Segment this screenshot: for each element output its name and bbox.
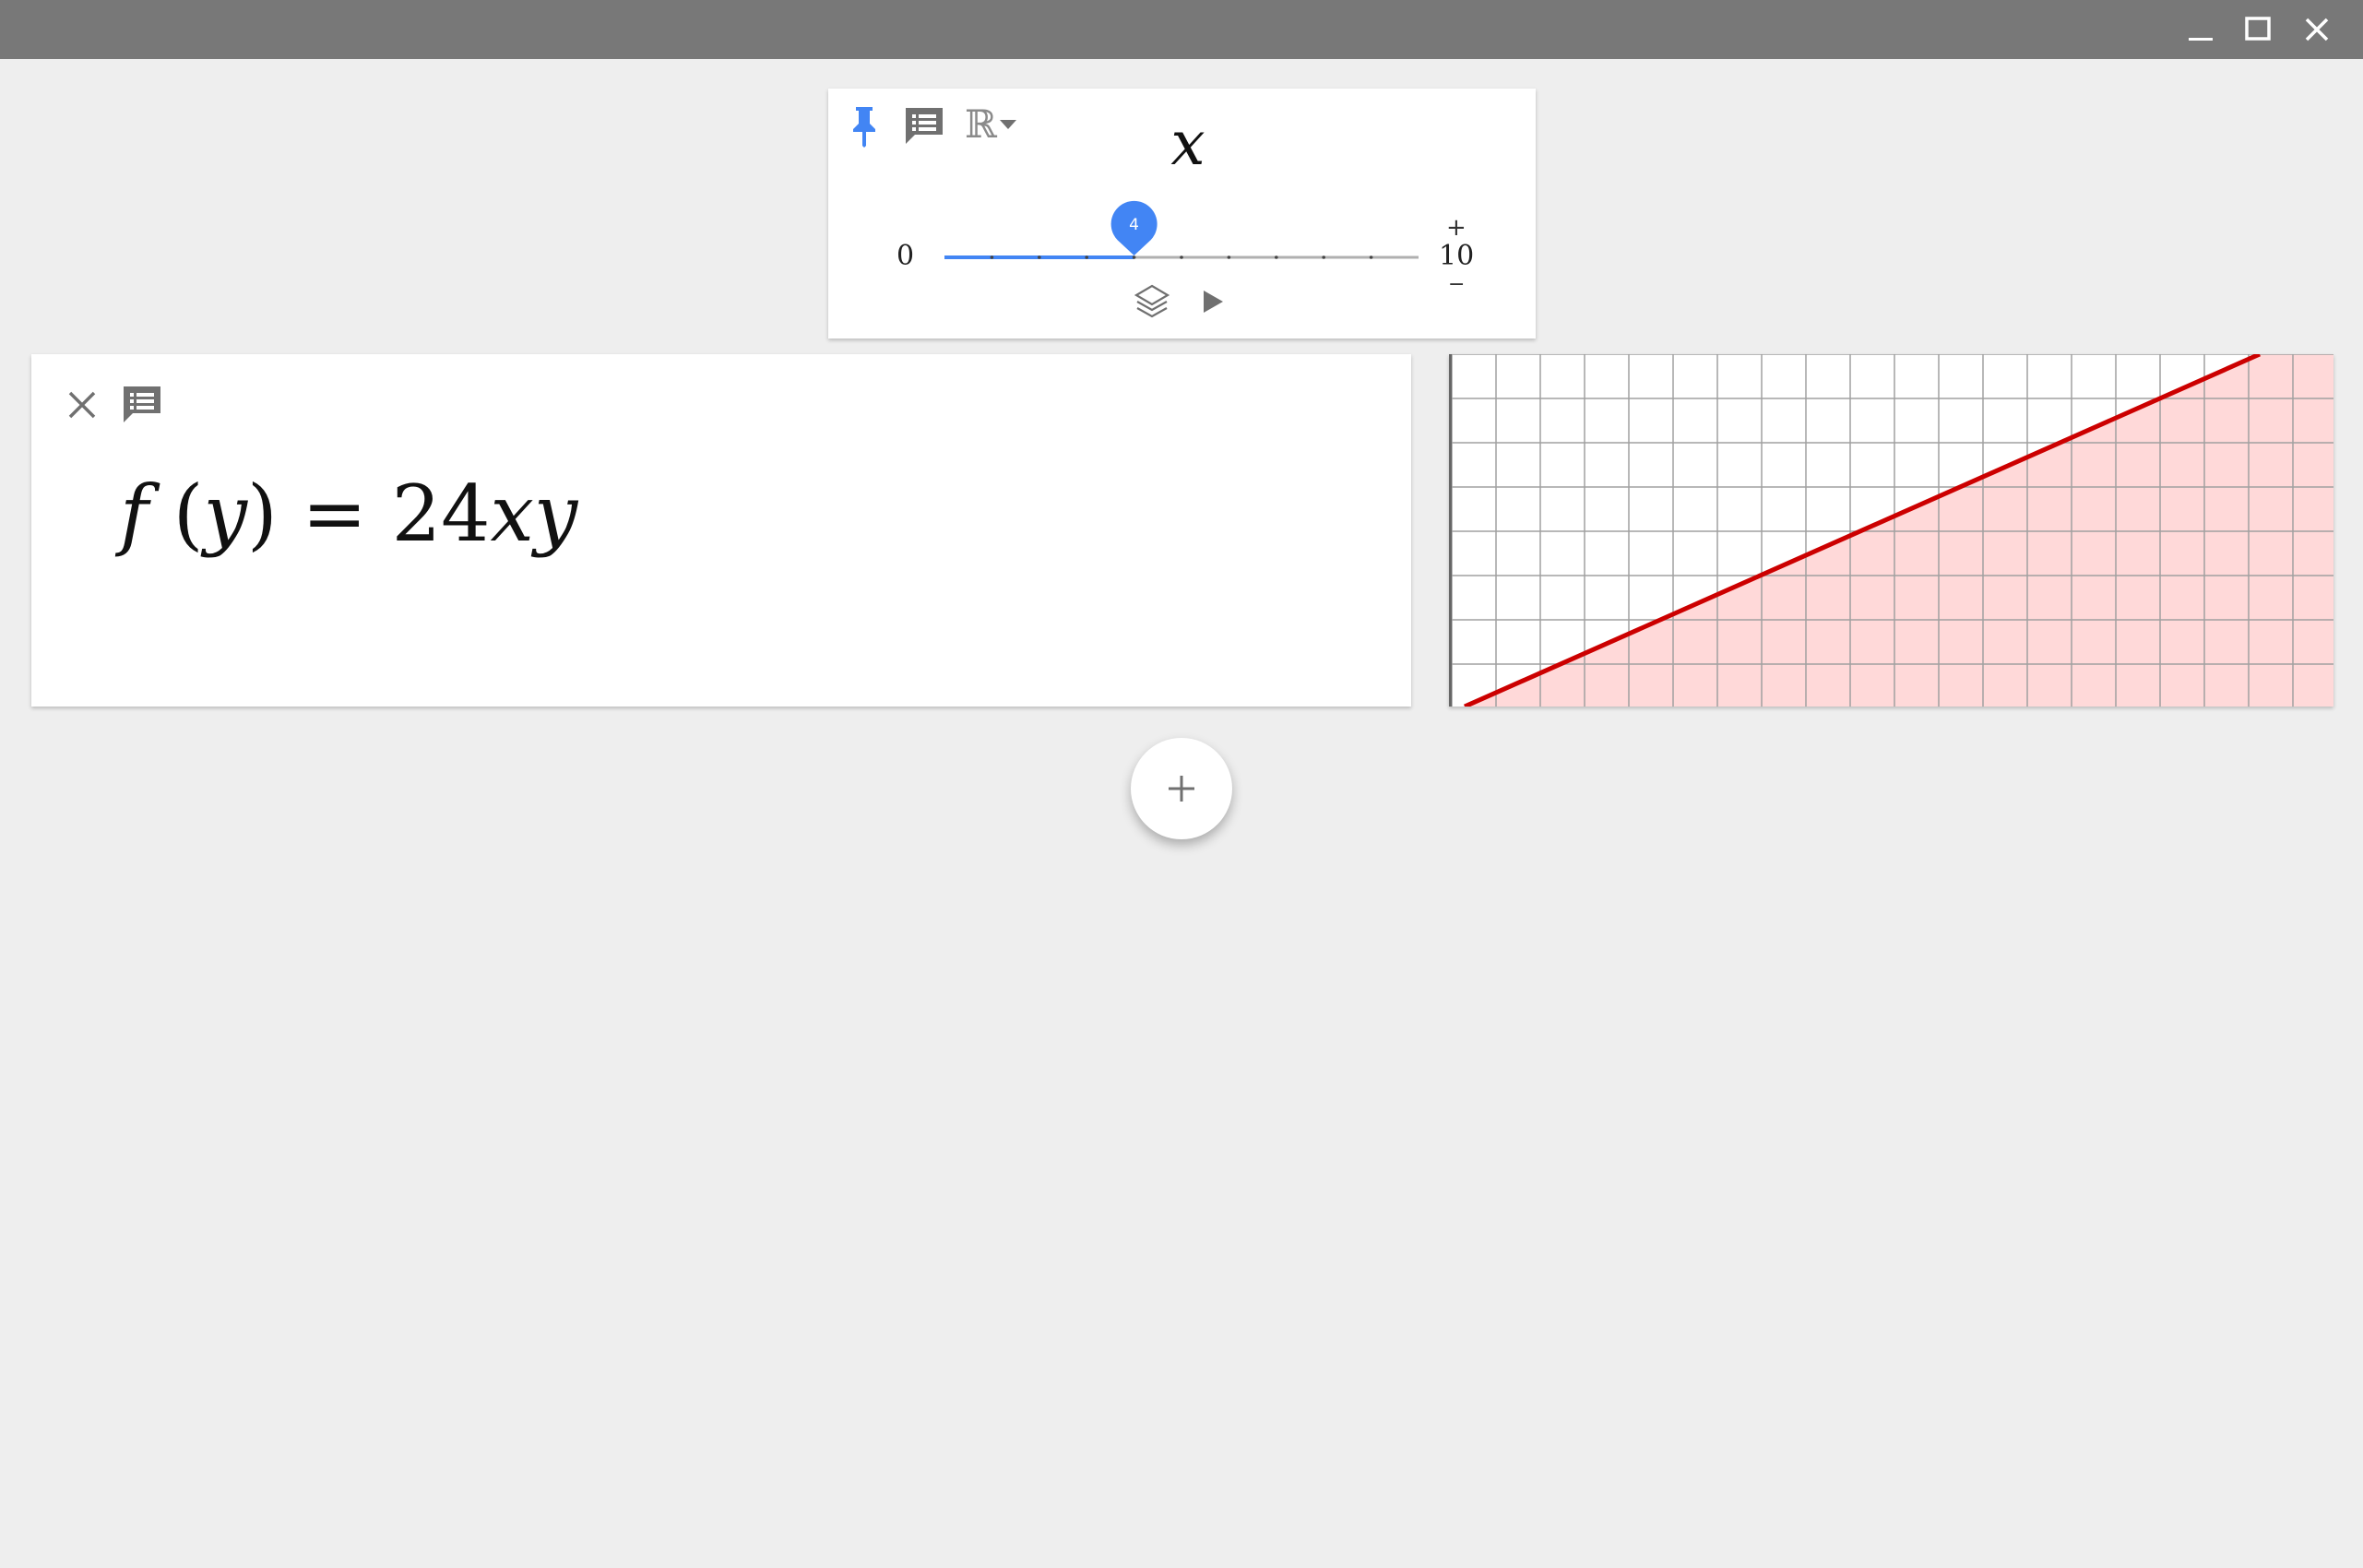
close-icon — [2305, 18, 2329, 42]
slider-value-label: 4 — [1129, 216, 1139, 234]
graph-canvas — [1452, 354, 2333, 707]
function-card: f (y) = 24xy — [31, 354, 1411, 707]
shaded-region — [1465, 354, 2333, 707]
slider-card: ℝ x 0 10 + − 4 — [828, 89, 1536, 339]
function-argument: y — [203, 469, 248, 559]
close-window-button[interactable] — [2300, 13, 2333, 46]
plus-icon — [1169, 776, 1194, 802]
slider-thumb[interactable]: 4 — [1110, 200, 1158, 255]
window-title-bar — [0, 0, 2363, 59]
minimize-icon — [2189, 38, 2213, 41]
function-name: f — [120, 469, 149, 559]
play-button[interactable] — [1199, 288, 1227, 319]
maximize-icon — [2245, 17, 2271, 41]
function-formula[interactable]: f (y) = 24xy — [120, 469, 577, 559]
function-variables: xy — [490, 469, 578, 559]
add-function-button[interactable] — [1131, 738, 1232, 839]
equals-sign: = — [302, 469, 367, 559]
graph-preview[interactable] — [1449, 354, 2333, 707]
function-coefficient: 24 — [391, 469, 491, 559]
slider-track[interactable]: 4 — [828, 89, 1536, 339]
maximize-button[interactable] — [2241, 13, 2274, 46]
delete-function-button[interactable] — [66, 389, 98, 424]
caption-icon — [124, 386, 160, 422]
layers-icon — [1134, 284, 1170, 318]
caption-button[interactable] — [122, 384, 162, 428]
minimize-button[interactable] — [2184, 13, 2217, 46]
animation-layers-button[interactable] — [1133, 282, 1171, 325]
close-icon — [68, 391, 96, 419]
play-icon — [1204, 291, 1223, 313]
